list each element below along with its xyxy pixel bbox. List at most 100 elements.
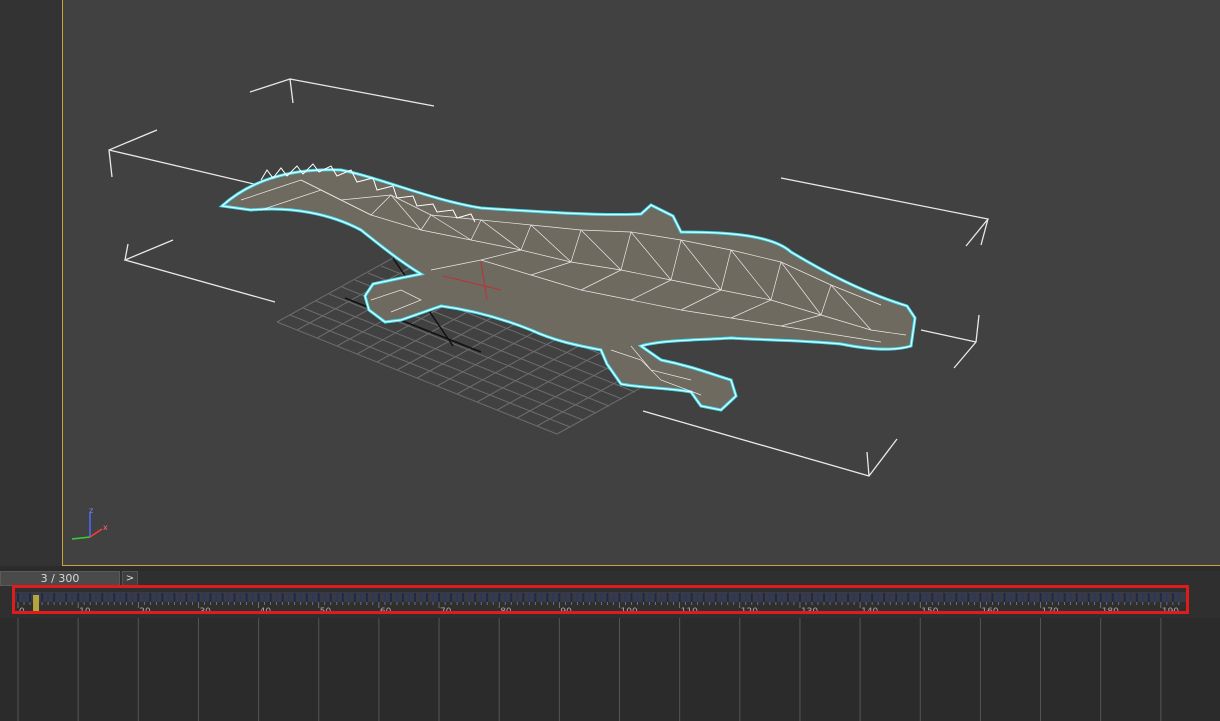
key-tick[interactable] xyxy=(239,593,242,602)
key-tick[interactable] xyxy=(227,593,230,602)
key-tick[interactable] xyxy=(600,593,603,602)
key-tick[interactable] xyxy=(365,593,368,602)
key-tick[interactable] xyxy=(810,593,813,602)
key-tick[interactable] xyxy=(1051,593,1054,602)
key-tick[interactable] xyxy=(29,593,32,602)
key-tick[interactable] xyxy=(1003,593,1006,602)
key-tick[interactable] xyxy=(624,593,627,602)
key-tick[interactable] xyxy=(1027,593,1030,602)
key-tick[interactable] xyxy=(895,593,898,602)
key-tick[interactable] xyxy=(907,593,910,602)
key-tick[interactable] xyxy=(59,593,62,602)
next-frame-button[interactable]: > xyxy=(122,571,138,586)
key-tick[interactable] xyxy=(197,593,200,602)
key-tick[interactable] xyxy=(1105,593,1108,602)
key-tick[interactable] xyxy=(1075,593,1078,602)
key-tick[interactable] xyxy=(678,593,681,602)
key-tick[interactable] xyxy=(149,593,152,602)
key-tick[interactable] xyxy=(233,593,236,602)
key-tick[interactable] xyxy=(949,593,952,602)
key-tick[interactable] xyxy=(347,593,350,602)
key-tick[interactable] xyxy=(708,593,711,602)
key-tick[interactable] xyxy=(275,593,278,602)
key-tick[interactable] xyxy=(889,593,892,602)
key-tick[interactable] xyxy=(215,593,218,602)
key-tick[interactable] xyxy=(167,593,170,602)
key-tick[interactable] xyxy=(865,593,868,602)
key-tick[interactable] xyxy=(1177,593,1180,602)
key-tick[interactable] xyxy=(1135,593,1138,602)
key-tick[interactable] xyxy=(462,593,465,602)
key-tick[interactable] xyxy=(516,593,519,602)
key-tick[interactable] xyxy=(738,593,741,602)
key-tick[interactable] xyxy=(991,593,994,602)
key-tick[interactable] xyxy=(997,593,1000,602)
key-tick[interactable] xyxy=(71,593,74,602)
key-tick[interactable] xyxy=(780,593,783,602)
key-tick[interactable] xyxy=(534,593,537,602)
key-tick[interactable] xyxy=(913,593,916,602)
curve-editor-area[interactable] xyxy=(0,618,1220,721)
key-tick[interactable] xyxy=(702,593,705,602)
key-tick[interactable] xyxy=(979,593,982,602)
key-tick[interactable] xyxy=(1015,593,1018,602)
key-tick[interactable] xyxy=(540,593,543,602)
key-tick[interactable] xyxy=(389,593,392,602)
key-tick[interactable] xyxy=(1129,593,1132,602)
key-tick[interactable] xyxy=(829,593,832,602)
key-tick[interactable] xyxy=(937,593,940,602)
key-tick[interactable] xyxy=(185,593,188,602)
key-tick[interactable] xyxy=(1165,593,1168,602)
key-tick[interactable] xyxy=(191,593,194,602)
key-tick[interactable] xyxy=(359,593,362,602)
key-tick[interactable] xyxy=(1141,593,1144,602)
key-tick[interactable] xyxy=(672,593,675,602)
key-tick[interactable] xyxy=(973,593,976,602)
key-tick[interactable] xyxy=(83,593,86,602)
key-tick[interactable] xyxy=(401,593,404,602)
key-tick[interactable] xyxy=(1153,593,1156,602)
key-tick[interactable] xyxy=(413,593,416,602)
current-frame-marker[interactable] xyxy=(33,595,40,611)
key-tick[interactable] xyxy=(961,593,964,602)
key-tick[interactable] xyxy=(101,593,104,602)
key-tick[interactable] xyxy=(510,593,513,602)
key-tick[interactable] xyxy=(642,593,645,602)
key-tick[interactable] xyxy=(684,593,687,602)
key-tick[interactable] xyxy=(323,593,326,602)
key-tick[interactable] xyxy=(299,593,302,602)
key-tick[interactable] xyxy=(919,593,922,602)
key-tick[interactable] xyxy=(257,593,260,602)
key-tick[interactable] xyxy=(883,593,886,602)
key-tick[interactable] xyxy=(798,593,801,602)
key-tick[interactable] xyxy=(293,593,296,602)
key-tick[interactable] xyxy=(155,593,158,602)
key-tick[interactable] xyxy=(1069,593,1072,602)
key-tick[interactable] xyxy=(269,593,272,602)
perspective-viewport[interactable]: z x xyxy=(62,0,1220,566)
key-tick[interactable] xyxy=(967,593,970,602)
key-tick[interactable] xyxy=(582,593,585,602)
key-tick[interactable] xyxy=(558,593,561,602)
key-tick[interactable] xyxy=(792,593,795,602)
key-tick[interactable] xyxy=(660,593,663,602)
key-tick[interactable] xyxy=(564,593,567,602)
key-tick[interactable] xyxy=(877,593,880,602)
key-tick[interactable] xyxy=(847,593,850,602)
key-tick[interactable] xyxy=(65,593,68,602)
key-tick[interactable] xyxy=(955,593,958,602)
key-tick[interactable] xyxy=(1009,593,1012,602)
key-tick[interactable] xyxy=(552,593,555,602)
key-tick[interactable] xyxy=(648,593,651,602)
key-tick[interactable] xyxy=(1099,593,1102,602)
key-tick[interactable] xyxy=(931,593,934,602)
key-tick[interactable] xyxy=(317,593,320,602)
key-tick[interactable] xyxy=(636,593,639,602)
key-tick[interactable] xyxy=(480,593,483,602)
key-tick[interactable] xyxy=(281,593,284,602)
key-tick[interactable] xyxy=(714,593,717,602)
key-tick[interactable] xyxy=(456,593,459,602)
key-tick[interactable] xyxy=(618,593,621,602)
key-tick[interactable] xyxy=(576,593,579,602)
key-tick[interactable] xyxy=(654,593,657,602)
